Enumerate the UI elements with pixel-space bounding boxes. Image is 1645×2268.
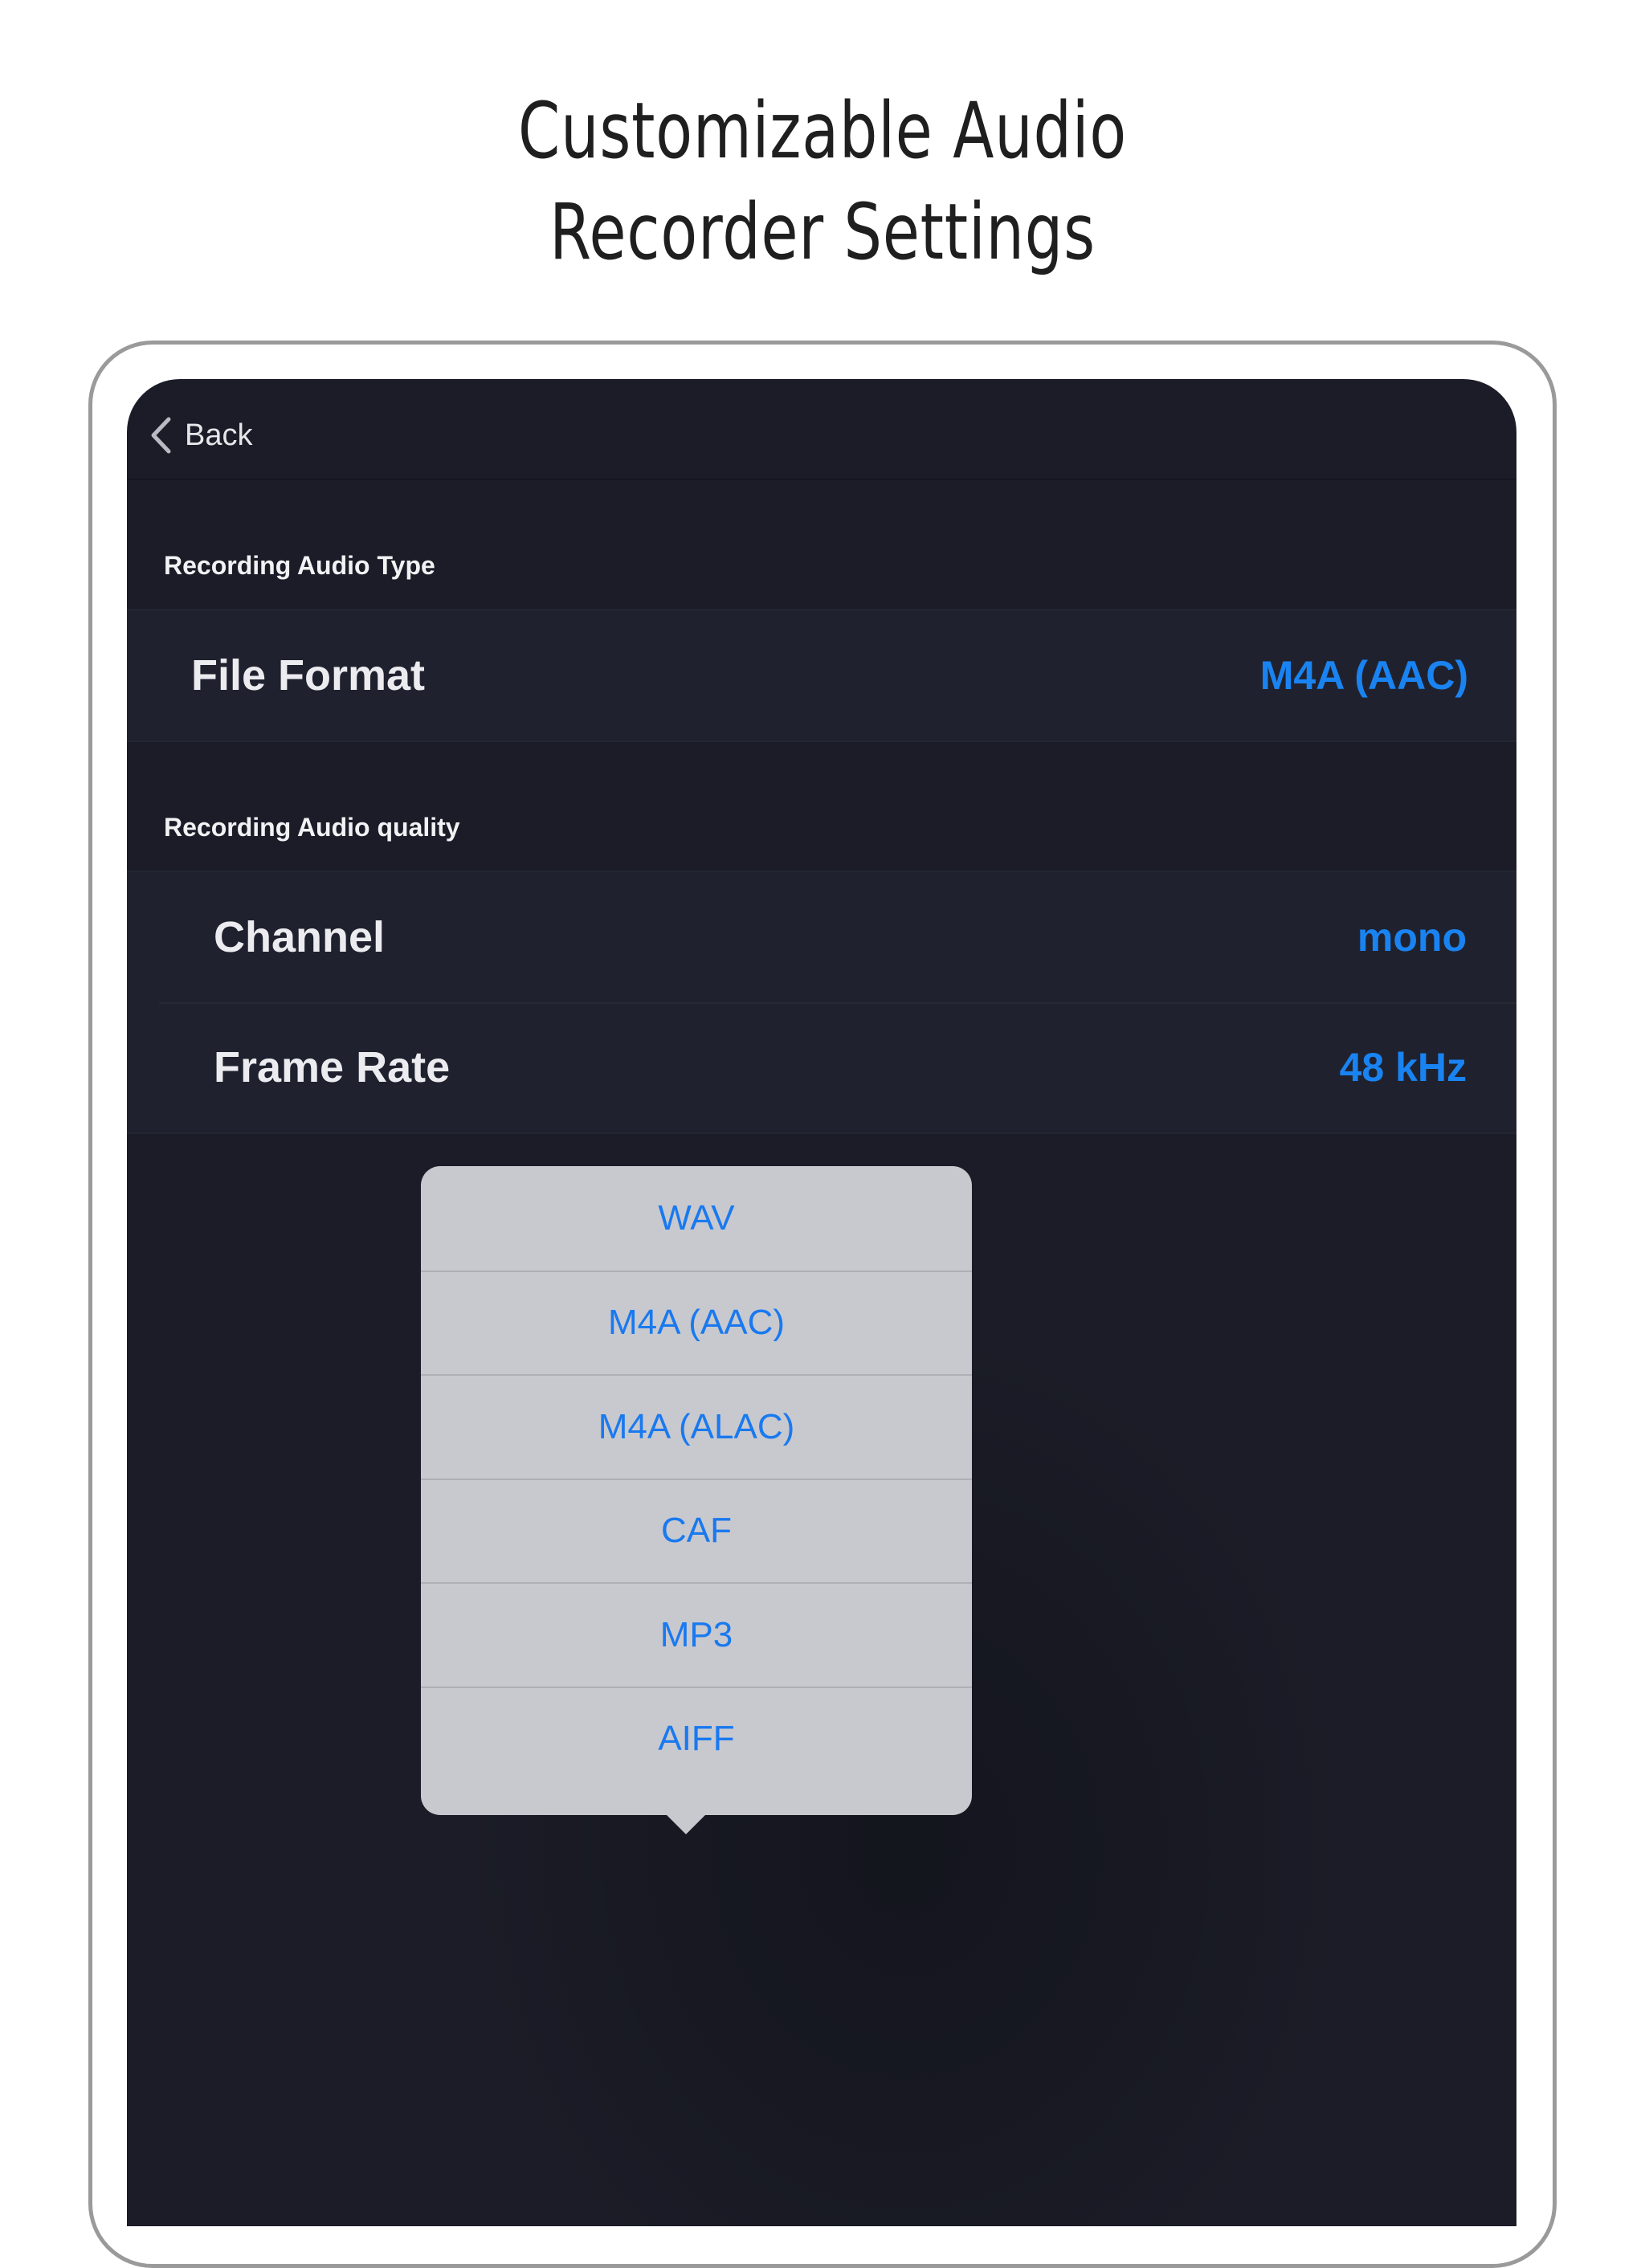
frame-rate-value: 48 kHz (1339, 1045, 1467, 1090)
frame-rate-row[interactable]: Frame Rate 48 kHz (127, 1002, 1516, 1132)
frame-rate-label: Frame Rate (214, 1043, 451, 1091)
format-option-m4a-aac[interactable]: M4A (AAC) (421, 1270, 972, 1375)
headline-line-1: Customizable Audio (518, 86, 1127, 176)
navigation-bar: Back (127, 379, 1516, 480)
back-label: Back (185, 418, 253, 452)
popover-arrow (665, 1813, 707, 1834)
headline-line-2: Recorder Settings (549, 187, 1096, 277)
format-option-caf[interactable]: CAF (421, 1478, 972, 1583)
file-format-value: M4A (AAC) (1259, 653, 1468, 698)
format-option-mp3[interactable]: MP3 (421, 1582, 972, 1687)
headline: Customizable Audio Recorder Settings (181, 80, 1463, 283)
section-header-audio-type: Recording Audio Type (164, 551, 435, 580)
format-option-wav[interactable]: WAV (421, 1166, 972, 1271)
channel-row[interactable]: Channel mono (127, 872, 1516, 1002)
file-format-row[interactable]: File Format M4A (AAC) (127, 610, 1516, 740)
file-format-label: File Format (191, 651, 426, 700)
chevron-left-icon (149, 417, 172, 454)
channel-label: Channel (214, 913, 386, 961)
audio-type-group: File Format M4A (AAC) (127, 609, 1516, 742)
back-button[interactable]: Back (149, 411, 252, 459)
channel-value: mono (1357, 915, 1467, 960)
section-header-audio-quality: Recording Audio quality (164, 813, 460, 842)
format-option-aiff[interactable]: AIFF (421, 1686, 972, 1791)
file-format-menu: WAV M4A (AAC) M4A (ALAC) CAF MP3 AIFF (421, 1166, 972, 1815)
audio-quality-group: Channel mono Frame Rate 48 kHz (127, 871, 1516, 1134)
format-option-m4a-alac[interactable]: M4A (ALAC) (421, 1374, 972, 1479)
